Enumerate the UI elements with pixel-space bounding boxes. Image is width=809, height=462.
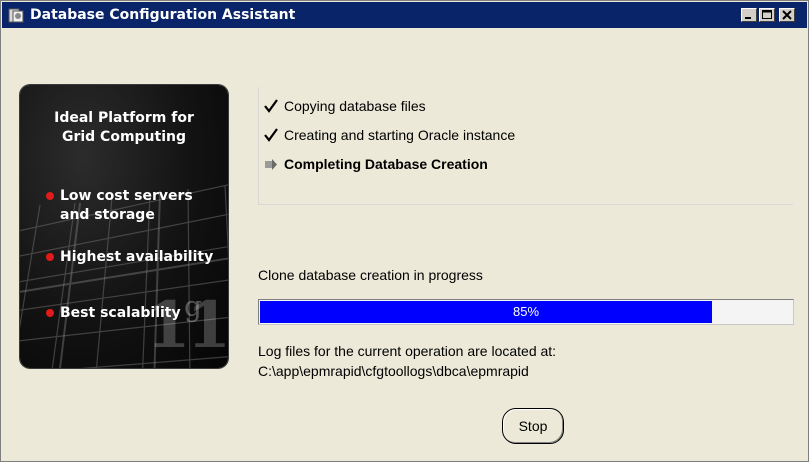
checkmark-icon — [264, 99, 278, 113]
log-path: C:\app\epmrapid\cfgtoollogs\dbca\epmrapi… — [258, 363, 529, 379]
progress-bar: 85% — [258, 299, 794, 325]
red-bullet-icon — [46, 253, 54, 261]
banner-heading: Ideal Platform for Grid Computing — [20, 109, 228, 147]
close-button[interactable] — [779, 8, 795, 22]
step-label: Completing Database Creation — [284, 156, 488, 172]
stop-button[interactable]: Stop — [502, 408, 564, 444]
minimize-icon — [745, 17, 751, 19]
window-title: Database Configuration Assistant — [30, 7, 296, 23]
title-bar[interactable]: Database Configuration Assistant — [2, 2, 807, 28]
banner-heading-line: Grid Computing — [61, 129, 187, 145]
progress-steps-list: Copying database files Creating and star… — [258, 87, 793, 205]
minimize-button[interactable] — [741, 8, 757, 22]
step-label: Creating and starting Oracle instance — [284, 127, 516, 143]
banner-bullet-text: Highest availability — [60, 249, 214, 265]
step-label: Copying database files — [284, 98, 426, 114]
red-bullet-icon — [46, 309, 54, 317]
dbca-window: Database Configuration Assistant Ideal P… — [0, 0, 809, 462]
oracle-11g-logo: 11 g — [146, 288, 228, 363]
banner-heading-line: Ideal Platform for — [54, 110, 194, 126]
progress-status-text: Clone database creation in progress — [258, 267, 483, 283]
banner-bullet-line: Low cost servers — [60, 188, 193, 204]
log-location-label: Log files for the current operation are … — [258, 343, 557, 359]
maximize-button[interactable] — [759, 8, 775, 22]
progress-percent-label: 85% — [512, 304, 540, 319]
maximize-icon — [762, 10, 772, 19]
red-bullet-icon — [46, 192, 54, 200]
banner-bullet-text: Low cost servers and storage — [60, 187, 228, 225]
checkmark-icon — [264, 128, 278, 142]
banner-bullet-line: and storage — [60, 207, 155, 223]
in-progress-arrow-icon — [265, 159, 277, 170]
oracle-11g-banner: Ideal Platform for Grid Computing Low co… — [20, 85, 228, 368]
logo-letter: g — [184, 290, 202, 323]
close-icon — [782, 10, 792, 20]
database-app-icon — [8, 7, 25, 24]
